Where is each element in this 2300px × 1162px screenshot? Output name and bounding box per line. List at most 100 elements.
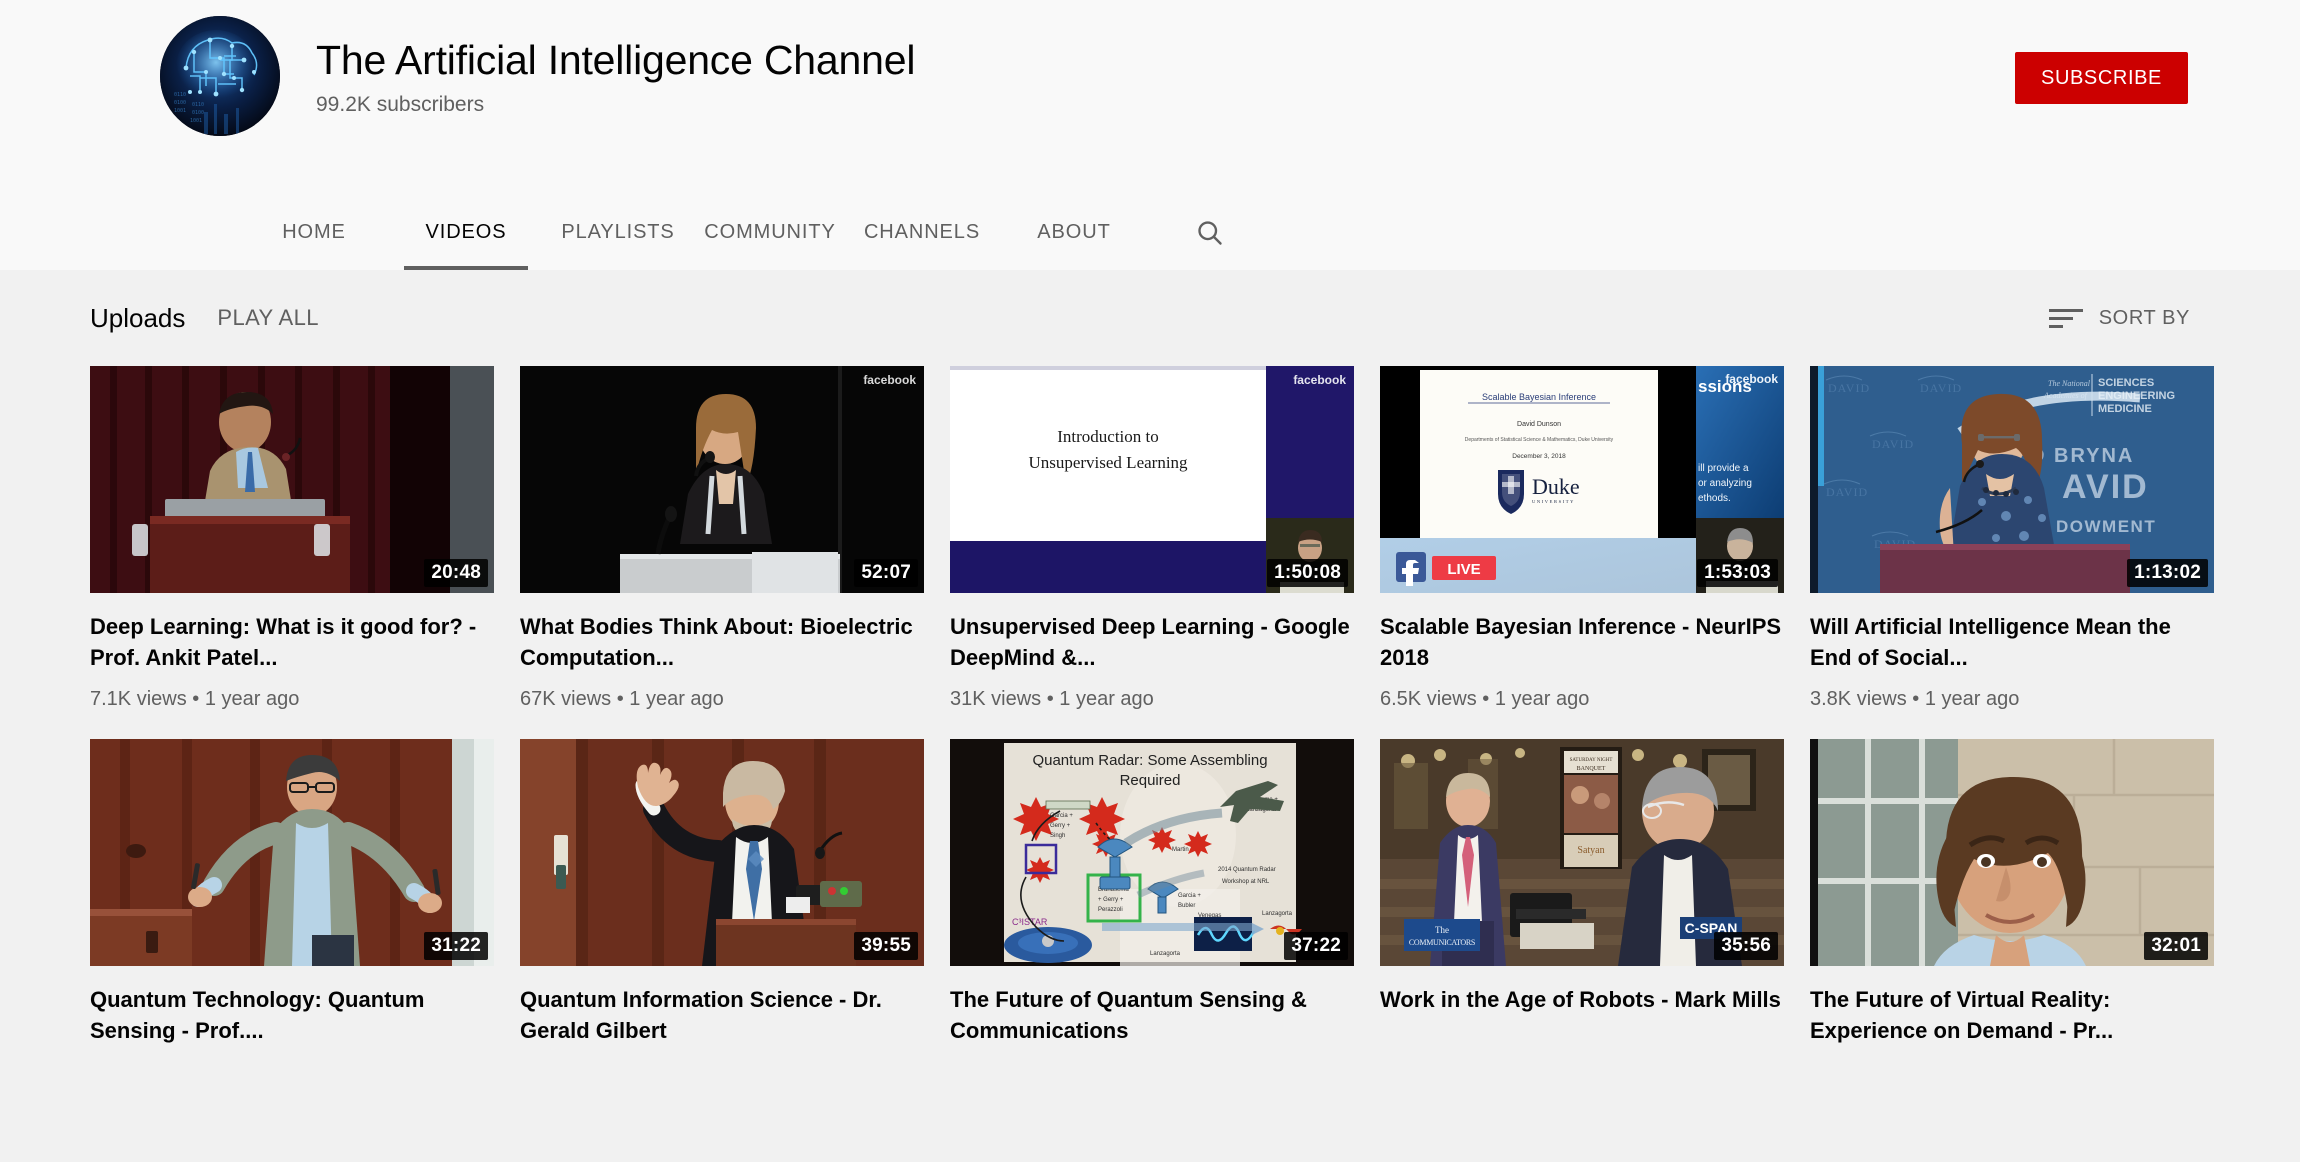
svg-text:+ Gerry +: + Gerry + (1098, 897, 1124, 903)
video-duration: 39:55 (854, 932, 918, 960)
video-card[interactable]: 39:55 Quantum Information Science - Dr. … (520, 739, 924, 1060)
svg-text:ill provide a: ill provide a (1698, 463, 1749, 474)
svg-text:1001: 1001 (174, 108, 186, 114)
video-title[interactable]: Scalable Bayesian Inference - NeurIPS 20… (1380, 611, 1784, 673)
video-grid: 20:48 Deep Learning: What is it good for… (0, 366, 2300, 1088)
svg-text:LIVE: LIVE (1447, 561, 1480, 578)
svg-text:Departments of Statistical Sci: Departments of Statistical Science & Mat… (1465, 437, 1614, 443)
video-stats: 6.5K views • 1 year ago (1380, 687, 1784, 711)
svg-text:DAVID: DAVID (1828, 381, 1870, 395)
svg-text:DAVID: DAVID (1826, 485, 1868, 499)
channel-avatar[interactable]: 01100100 10010110 01001001 (160, 16, 280, 136)
tab-about[interactable]: ABOUT (998, 221, 1150, 270)
video-card[interactable]: 32:01 The Future of Virtual Reality: Exp… (1810, 739, 2214, 1060)
svg-text:facebook: facebook (863, 373, 916, 387)
video-stats: 3.8K views • 1 year ago (1810, 687, 2214, 711)
svg-text:Unsupervised Learning: Unsupervised Learning (1028, 453, 1188, 472)
svg-text:Lanzagorta: Lanzagorta (1262, 911, 1293, 917)
video-thumbnail[interactable]: facebook 52:07 (520, 366, 924, 593)
svg-text:DOWMENT: DOWMENT (2056, 517, 2156, 536)
svg-text:COMMUNICATORS: COMMUNICATORS (1409, 938, 1475, 947)
video-thumbnail[interactable]: 31:22 (90, 739, 494, 966)
svg-text:Scalable Bayesian Inference: Scalable Bayesian Inference (1482, 392, 1596, 402)
video-thumbnail[interactable]: 20:48 (90, 366, 494, 593)
svg-text:UNIVERSITY: UNIVERSITY (1532, 499, 1575, 504)
sort-lines-icon (2049, 309, 2083, 328)
tab-channels[interactable]: CHANNELS (846, 221, 998, 270)
video-thumbnail[interactable]: Quantum Radar: Some Assembling Required … (950, 739, 1354, 966)
video-title[interactable]: Will Artificial Intelligence Mean the En… (1810, 611, 2214, 673)
sort-by-button[interactable]: SORT BY (2049, 307, 2190, 330)
video-card[interactable]: facebook 52:07 What Bodies Think About: … (520, 366, 924, 711)
svg-text:Required: Required (1120, 772, 1181, 789)
svg-text:David Dunson: David Dunson (1517, 421, 1561, 428)
svg-text:facebook: facebook (1293, 373, 1346, 387)
svg-text:Satyan: Satyan (1577, 845, 1604, 856)
video-duration: 52:07 (854, 559, 918, 587)
svg-text:Lanzagorta: Lanzagorta (1150, 951, 1181, 957)
svg-text:DAVID: DAVID (1920, 381, 1962, 395)
video-thumbnail[interactable]: 39:55 (520, 739, 924, 966)
video-duration: 31:22 (424, 932, 488, 960)
subscribe-button[interactable]: SUBSCRIBE (2015, 52, 2188, 104)
tab-home[interactable]: HOME (238, 221, 390, 270)
svg-text:0100: 0100 (174, 100, 186, 106)
svg-text:December 3, 2018: December 3, 2018 (1512, 453, 1566, 460)
video-duration: 35:56 (1714, 932, 1778, 960)
channel-meta: The Artificial Intelligence Channel 99.2… (316, 14, 915, 118)
video-thumbnail[interactable]: SATURDAY NIGHT BANQUET Satyan (1380, 739, 1784, 966)
video-duration: 1:50:08 (1267, 559, 1348, 587)
tab-playlists[interactable]: PLAYLISTS (542, 221, 694, 270)
svg-text:SCIENCES: SCIENCES (2098, 377, 2154, 389)
svg-text:Perazzoli: Perazzoli (1098, 907, 1123, 913)
video-duration: 20:48 (424, 559, 488, 587)
video-thumbnail[interactable]: Scalable Bayesian Inference David Dunson… (1380, 366, 1784, 593)
video-card[interactable]: 20:48 Deep Learning: What is it good for… (90, 366, 494, 711)
uploads-heading: Uploads (90, 303, 185, 334)
video-stats: 7.1K views • 1 year ago (90, 687, 494, 711)
svg-text:0110: 0110 (192, 102, 204, 108)
svg-text:ENGINEERING: ENGINEERING (2098, 390, 2175, 402)
video-thumbnail[interactable]: Introduction to Unsupervised Learning fa… (950, 366, 1354, 593)
video-card[interactable]: Introduction to Unsupervised Learning fa… (950, 366, 1354, 711)
svg-text:2014 Quantum Radar: 2014 Quantum Radar (1218, 867, 1276, 873)
video-card[interactable]: Scalable Bayesian Inference David Dunson… (1380, 366, 1784, 711)
svg-text:facebook: facebook (1725, 372, 1778, 386)
svg-text:Bubler: Bubler (1178, 903, 1195, 909)
video-title[interactable]: Quantum Information Science - Dr. Gerald… (520, 984, 924, 1046)
subscriber-count: 99.2K subscribers (316, 92, 915, 118)
video-card[interactable]: SATURDAY NIGHT BANQUET Satyan (1380, 739, 1784, 1060)
svg-text:The National: The National (2048, 379, 2091, 388)
video-card[interactable]: 31:22 Quantum Technology: Quantum Sensin… (90, 739, 494, 1060)
video-title[interactable]: What Bodies Think About: Bioelectric Com… (520, 611, 924, 673)
svg-text:Academies of: Academies of (2043, 391, 2089, 400)
video-title[interactable]: The Future of Virtual Reality: Experienc… (1810, 984, 2214, 1046)
svg-text:0110: 0110 (174, 92, 186, 98)
svg-text:Introduction to: Introduction to (1057, 427, 1159, 446)
svg-text:1001: 1001 (190, 118, 202, 124)
tab-videos[interactable]: VIDEOS (390, 221, 542, 270)
svg-text:DAVID: DAVID (1872, 437, 1914, 451)
video-title[interactable]: Quantum Technology: Quantum Sensing - Pr… (90, 984, 494, 1046)
video-duration: 37:22 (1284, 932, 1348, 960)
svg-text:Martin: Martin (1172, 847, 1189, 853)
sort-by-label: SORT BY (2099, 307, 2190, 330)
uploads-section-bar: Uploads PLAY ALL SORT BY (0, 270, 2300, 366)
svg-text:Duke: Duke (1532, 474, 1580, 499)
tab-community[interactable]: COMMUNITY (694, 221, 846, 270)
video-duration: 1:53:03 (1697, 559, 1778, 587)
video-card[interactable]: Quantum Radar: Some Assembling Required … (950, 739, 1354, 1060)
video-duration: 1:13:02 (2127, 559, 2208, 587)
video-title[interactable]: Unsupervised Deep Learning - Google Deep… (950, 611, 1354, 673)
circuit-brain-icon: 01100100 10010110 01001001 (160, 16, 280, 136)
video-title[interactable]: The Future of Quantum Sensing & Communic… (950, 984, 1354, 1046)
video-title[interactable]: Deep Learning: What is it good for? - Pr… (90, 611, 494, 673)
video-title[interactable]: Work in the Age of Robots - Mark Mills (1380, 984, 1784, 1015)
video-thumbnail[interactable]: DAVIDDAVID DAVIDDAVID DAVID SCIENCES ENG… (1810, 366, 2214, 593)
video-stats: 67K views • 1 year ago (520, 687, 924, 711)
search-button[interactable] (1150, 218, 1270, 270)
video-thumbnail[interactable]: 32:01 (1810, 739, 2214, 966)
play-all-button[interactable]: PLAY ALL (217, 305, 318, 331)
video-card[interactable]: DAVIDDAVID DAVIDDAVID DAVID SCIENCES ENG… (1810, 366, 2214, 711)
svg-text:MEDICINE: MEDICINE (2098, 403, 2152, 415)
